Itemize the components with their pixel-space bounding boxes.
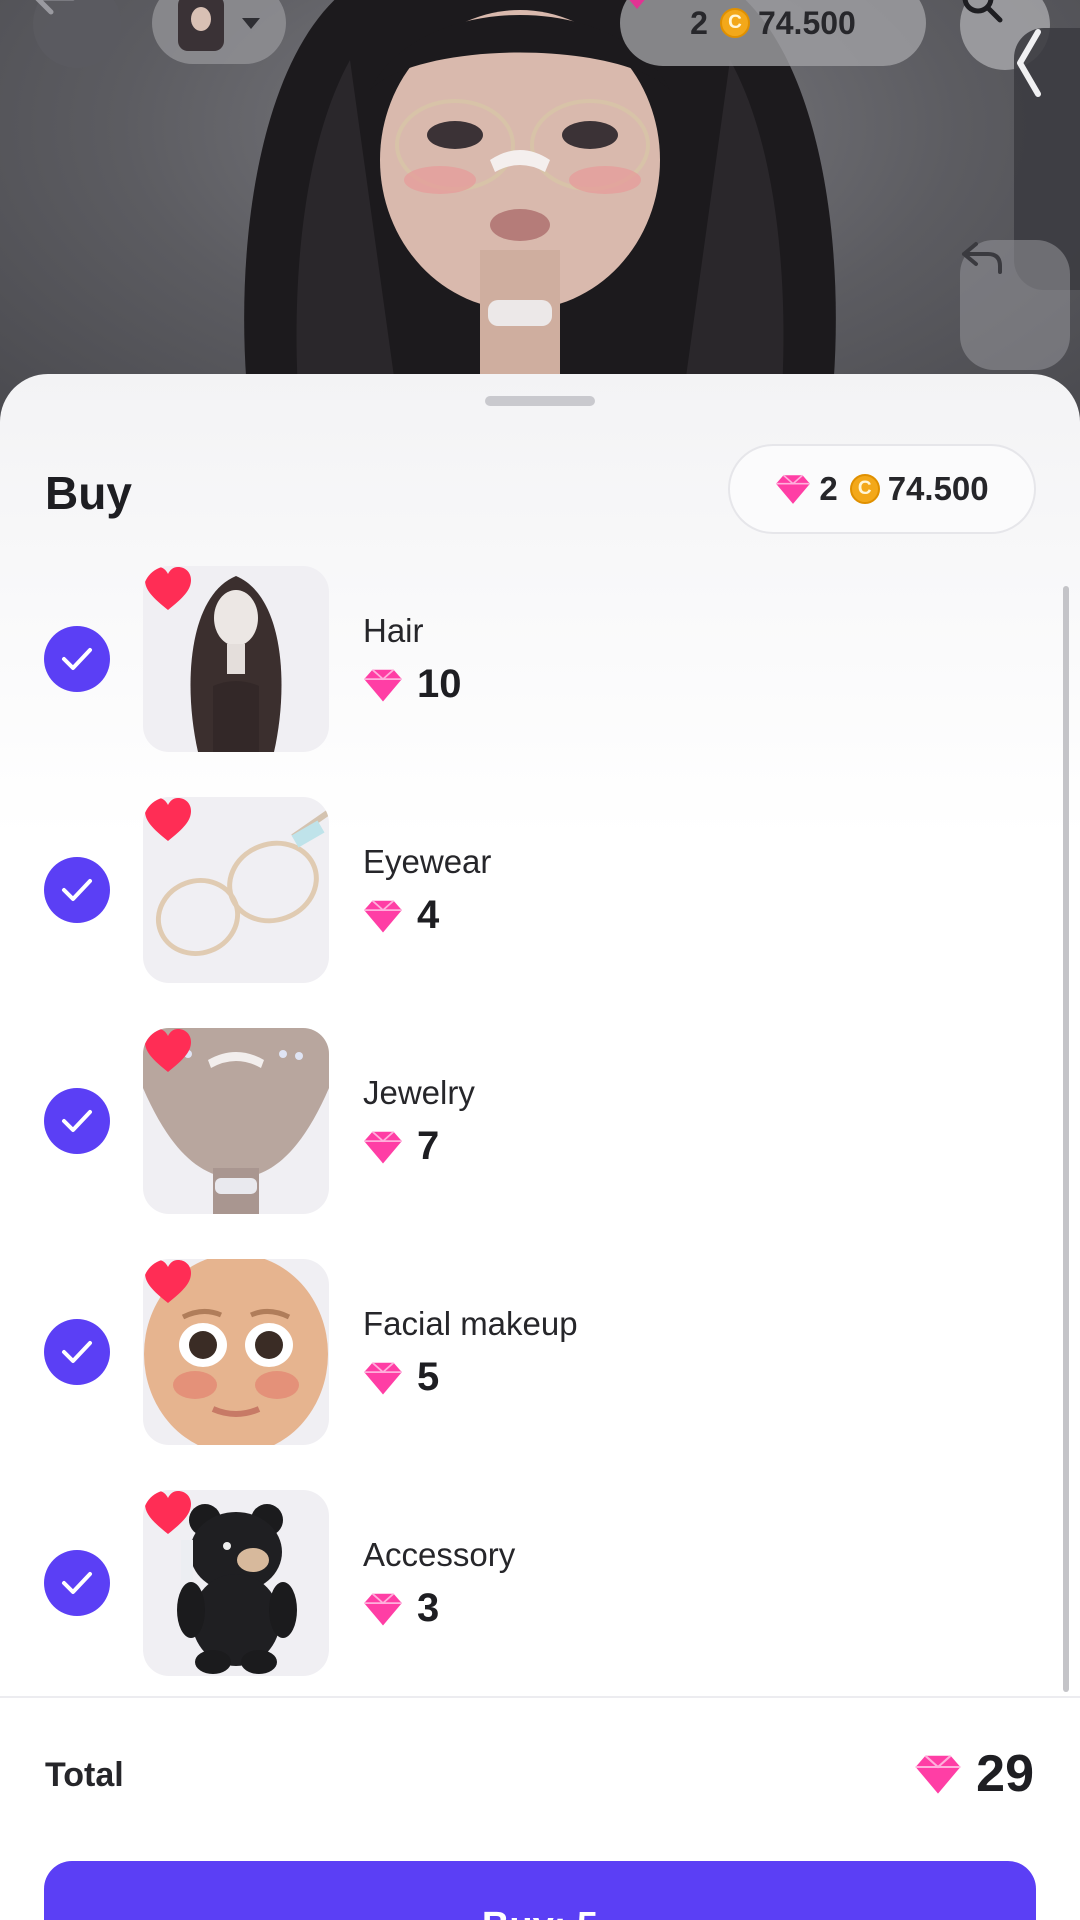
item-checkbox[interactable]	[44, 1319, 110, 1385]
item-name: Jewelry	[363, 1074, 475, 1111]
item-price: 10	[363, 662, 462, 707]
avatar-illustration	[244, 0, 836, 420]
item-checkbox[interactable]	[44, 1550, 110, 1616]
total-label: Total	[45, 1756, 124, 1794]
item-checkbox[interactable]	[44, 626, 110, 692]
gem-icon	[364, 1361, 402, 1394]
sheet-title: Buy	[45, 467, 132, 519]
item-name: Eyewear	[363, 843, 492, 880]
avatar-preview: 2 C 74.500	[0, 0, 1080, 420]
jewelry-thumbnail	[143, 1028, 329, 1214]
gem-icon	[629, 0, 645, 9]
item-price: 7	[363, 1124, 439, 1169]
favorite-heart-icon[interactable]	[143, 566, 193, 612]
hair-thumbnail	[143, 566, 329, 752]
chevron-left-icon	[1017, 29, 1041, 97]
item-checkbox[interactable]	[44, 1088, 110, 1154]
arrow-left-icon	[35, 0, 75, 15]
balance-coin-count: 74.500	[887, 470, 989, 507]
list-item[interactable]: Hair 10	[0, 566, 1050, 752]
list-item[interactable]: Facial makeup 5	[0, 1259, 1050, 1445]
balance-gem-count: 2	[819, 470, 838, 507]
favorite-heart-icon[interactable]	[143, 1259, 193, 1305]
list-item[interactable]: Eyewear 4	[0, 797, 1050, 983]
buy-button-label: Buy: 5	[482, 1905, 598, 1920]
sheet-grabber[interactable]	[485, 396, 595, 406]
checkmark-icon	[62, 648, 92, 670]
favorite-heart-icon[interactable]	[143, 1028, 193, 1074]
checkmark-icon	[62, 1341, 92, 1363]
gem-icon	[364, 1592, 402, 1625]
item-checkbox[interactable]	[44, 857, 110, 923]
gem-icon	[915, 1755, 961, 1794]
total-price: 29	[914, 1744, 1034, 1804]
item-price: 5	[363, 1355, 439, 1400]
scrollbar[interactable]	[1063, 586, 1069, 1692]
search-icon	[962, 0, 1003, 23]
gem-icon	[364, 1130, 402, 1163]
top-balance-pill[interactable]: 2 C 74.500	[620, 0, 926, 66]
undo-button[interactable]	[960, 240, 1070, 370]
top-gem-count: 2	[690, 4, 708, 41]
chevron-down-icon	[242, 17, 260, 29]
divider	[0, 1696, 1080, 1698]
gem-icon	[364, 668, 402, 701]
undo-icon	[962, 242, 1002, 274]
item-name: Hair	[363, 612, 424, 649]
gem-icon	[776, 474, 811, 504]
item-price-value: 5	[417, 1355, 440, 1399]
buy-button[interactable]: Buy: 5	[44, 1861, 1036, 1920]
item-price-value: 10	[417, 662, 462, 706]
top-coin-count: 74.500	[757, 4, 856, 41]
list-item[interactable]: Accessory 3	[0, 1490, 1050, 1676]
checkmark-icon	[62, 1110, 92, 1132]
eyewear-thumbnail	[143, 797, 329, 983]
accessory-thumbnail	[143, 1490, 329, 1676]
favorite-heart-icon[interactable]	[143, 1490, 193, 1536]
item-name: Accessory	[363, 1536, 516, 1573]
buy-sheet: Buy 2 C 74.500 Hair 10 Eyewear 4 Jewelry…	[0, 374, 1080, 1920]
coin-icon: C	[849, 474, 880, 504]
list-item[interactable]: Jewelry 7	[0, 1028, 1050, 1214]
item-price-value: 4	[417, 893, 440, 937]
facial-makeup-thumbnail	[143, 1259, 329, 1445]
checkmark-icon	[62, 879, 92, 901]
item-price: 4	[363, 893, 439, 938]
item-price-value: 7	[417, 1124, 440, 1168]
outfit-selector[interactable]	[152, 0, 286, 64]
balance-pill[interactable]: 2 C 74.500	[728, 444, 1036, 534]
coin-icon: C	[719, 8, 750, 38]
gem-icon	[364, 899, 402, 932]
item-price-value: 3	[417, 1586, 440, 1630]
checkmark-icon	[62, 1572, 92, 1594]
item-price: 3	[363, 1586, 439, 1631]
item-name: Facial makeup	[363, 1305, 578, 1342]
favorite-heart-icon[interactable]	[143, 797, 193, 843]
total-price-value: 29	[976, 1745, 1034, 1803]
avatar-thumbnail	[178, 0, 224, 51]
